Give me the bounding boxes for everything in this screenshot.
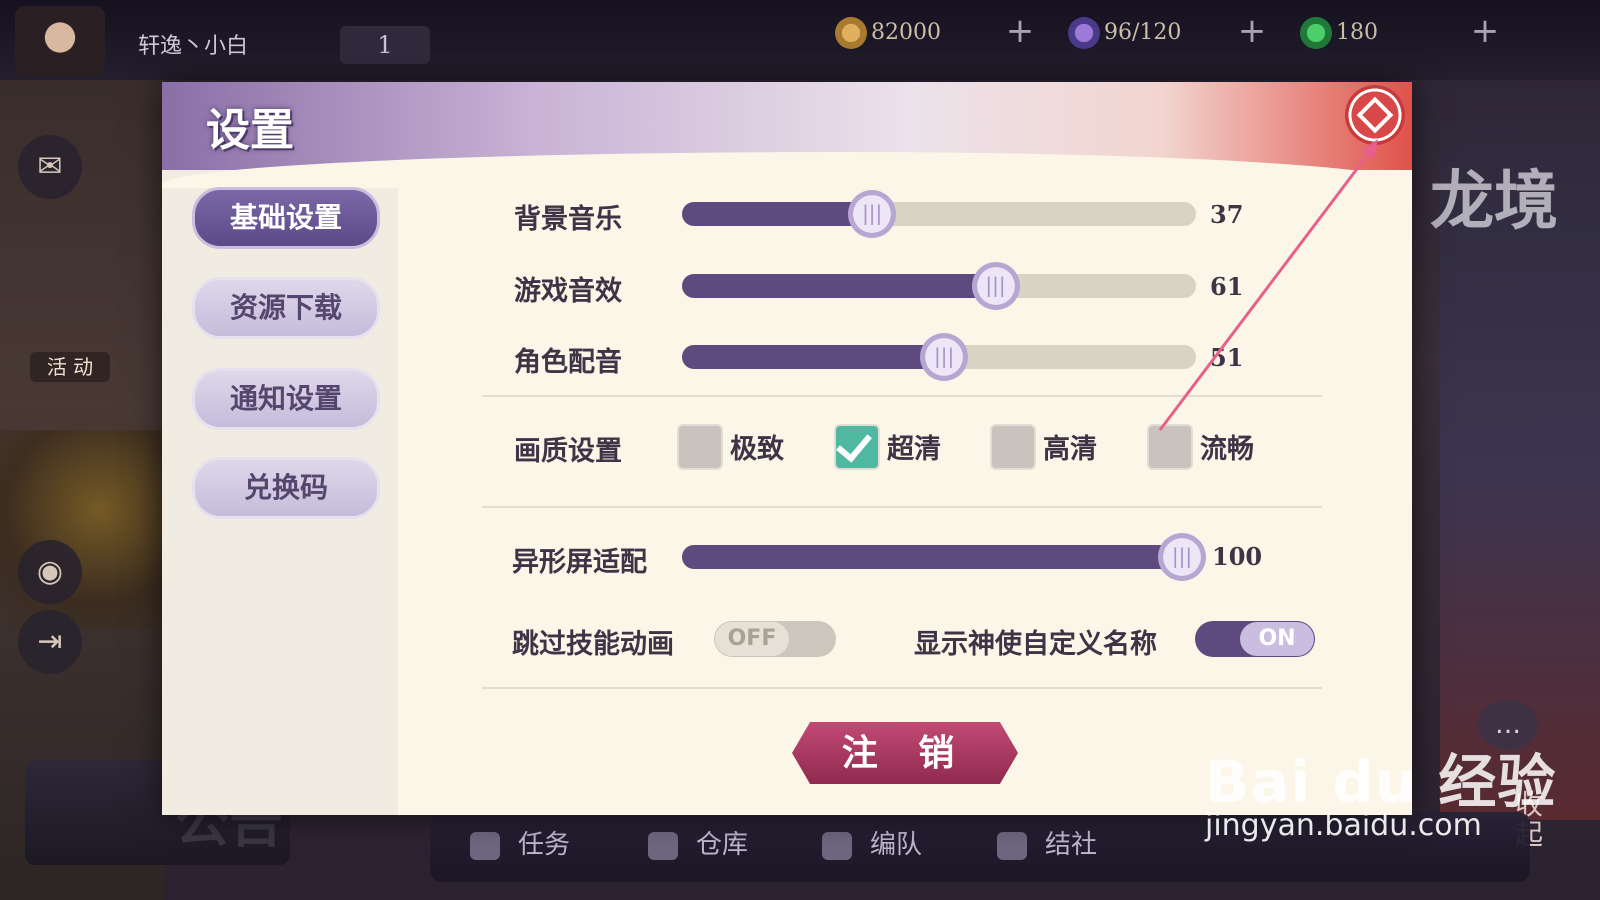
- tab-notification-settings[interactable]: 通知设置: [192, 368, 380, 430]
- nav-formation-label: 编队: [870, 830, 923, 860]
- notch-slider-thumb[interactable]: |||: [1158, 533, 1206, 581]
- quality-hd-label[interactable]: 高清: [1043, 427, 1097, 466]
- bgm-label: 背景音乐: [514, 204, 622, 235]
- player-name: 轩逸丶小白: [138, 34, 249, 59]
- exit-icon[interactable]: ⇥: [18, 610, 82, 674]
- sfx-slider-thumb[interactable]: |||: [971, 262, 1020, 310]
- notch-fill: [682, 545, 1182, 569]
- coin-icon: [835, 17, 867, 49]
- tab-resource-download[interactable]: 资源下载: [192, 277, 380, 339]
- nav-warehouse[interactable]: 仓库: [648, 824, 748, 861]
- quality-hd-checkbox[interactable]: [990, 424, 1036, 470]
- voice-slider[interactable]: |||: [682, 333, 1196, 381]
- bgm-slider-thumb[interactable]: |||: [848, 190, 897, 238]
- notch-slider[interactable]: |||: [682, 533, 1206, 581]
- settings-dialog: 设置 基础设置 资源下载 通知设置 兑换码 背景音乐 ||| 37 游戏音效 |…: [162, 82, 1412, 815]
- stamina-value: 96/120: [1104, 20, 1182, 45]
- tab-redeem-code[interactable]: 兑换码: [192, 457, 380, 519]
- add-stamina-button[interactable]: +: [1237, 14, 1267, 48]
- baidu-watermark-url: jingyan.baidu.com: [1205, 808, 1482, 843]
- top-bar: 轩逸丶小白 1 82000 + 96/120 + 180 +: [0, 0, 1600, 80]
- nav-tasks[interactable]: 任务: [470, 824, 570, 861]
- quality-smooth-checkbox[interactable]: [1147, 424, 1193, 470]
- bgm-fill: [682, 202, 873, 226]
- bgm-value: 37: [1210, 200, 1244, 229]
- add-gold-button[interactable]: +: [1005, 14, 1035, 48]
- skip-skill-state: OFF: [715, 622, 789, 656]
- show-name-toggle[interactable]: ON: [1195, 621, 1315, 657]
- gem-value: 180: [1336, 20, 1378, 45]
- show-name-state: ON: [1240, 622, 1314, 656]
- nav-guild-label: 结社: [1045, 830, 1098, 860]
- stamina-resource: 96/120: [1068, 16, 1181, 50]
- bgm-slider[interactable]: |||: [682, 190, 1196, 238]
- notch-label: 异形屏适配: [512, 547, 647, 578]
- dialog-header: [162, 82, 1412, 188]
- close-icon[interactable]: [1345, 85, 1405, 145]
- quality-ultimate-checkbox[interactable]: [677, 424, 723, 470]
- quality-label: 画质设置: [514, 436, 622, 467]
- guild-icon: [997, 832, 1027, 860]
- quality-ultimate-label[interactable]: 极致: [730, 427, 784, 466]
- logout-button[interactable]: 注 销: [792, 722, 1018, 784]
- sfx-value: 61: [1210, 272, 1244, 301]
- sfx-fill: [682, 274, 996, 298]
- activity-label[interactable]: 活 动: [30, 352, 110, 382]
- gold-resource: 82000: [835, 16, 941, 50]
- nav-formation[interactable]: 编队: [822, 824, 922, 861]
- quality-smooth-label[interactable]: 流畅: [1200, 427, 1254, 466]
- voice-fill: [682, 345, 945, 369]
- sfx-slider[interactable]: |||: [682, 262, 1196, 310]
- eye-icon[interactable]: ◉: [18, 540, 82, 604]
- baidu-watermark-logo: Bai du 经验: [1205, 748, 1557, 816]
- quality-ultra-hd-label[interactable]: 超清: [887, 427, 941, 466]
- skip-skill-toggle[interactable]: OFF: [714, 621, 836, 657]
- divider: [482, 395, 1322, 397]
- notch-value: 100: [1212, 542, 1263, 571]
- dragon-realm-banner[interactable]: 龙境: [1430, 150, 1558, 242]
- nav-guild[interactable]: 结社: [997, 824, 1097, 861]
- show-name-label: 显示神使自定义名称: [914, 629, 1157, 660]
- formation-icon: [822, 832, 852, 860]
- gold-value: 82000: [871, 20, 941, 45]
- sfx-label: 游戏音效: [514, 276, 622, 307]
- divider: [482, 506, 1322, 508]
- divider: [482, 687, 1322, 689]
- mail-icon[interactable]: ✉: [18, 135, 82, 199]
- avatar[interactable]: [15, 6, 105, 76]
- nav-tasks-label: 任务: [518, 830, 571, 860]
- dialog-title: 设置: [206, 105, 294, 156]
- nav-warehouse-label: 仓库: [696, 830, 749, 860]
- gem-icon: [1300, 17, 1332, 49]
- stamina-icon: [1068, 17, 1100, 49]
- voice-label: 角色配音: [514, 347, 622, 378]
- warehouse-icon: [648, 832, 678, 860]
- tab-basic-settings[interactable]: 基础设置: [192, 187, 380, 249]
- tasks-icon: [470, 832, 500, 860]
- flower-decoration: [0, 430, 165, 630]
- player-level: 1: [340, 26, 430, 64]
- gem-resource: 180: [1300, 16, 1378, 50]
- voice-slider-thumb[interactable]: |||: [920, 333, 969, 381]
- skip-skill-label: 跳过技能动画: [512, 629, 674, 660]
- quality-ultra-hd-checkbox[interactable]: [834, 424, 880, 470]
- add-gem-button[interactable]: +: [1470, 14, 1500, 48]
- voice-value: 51: [1210, 343, 1244, 372]
